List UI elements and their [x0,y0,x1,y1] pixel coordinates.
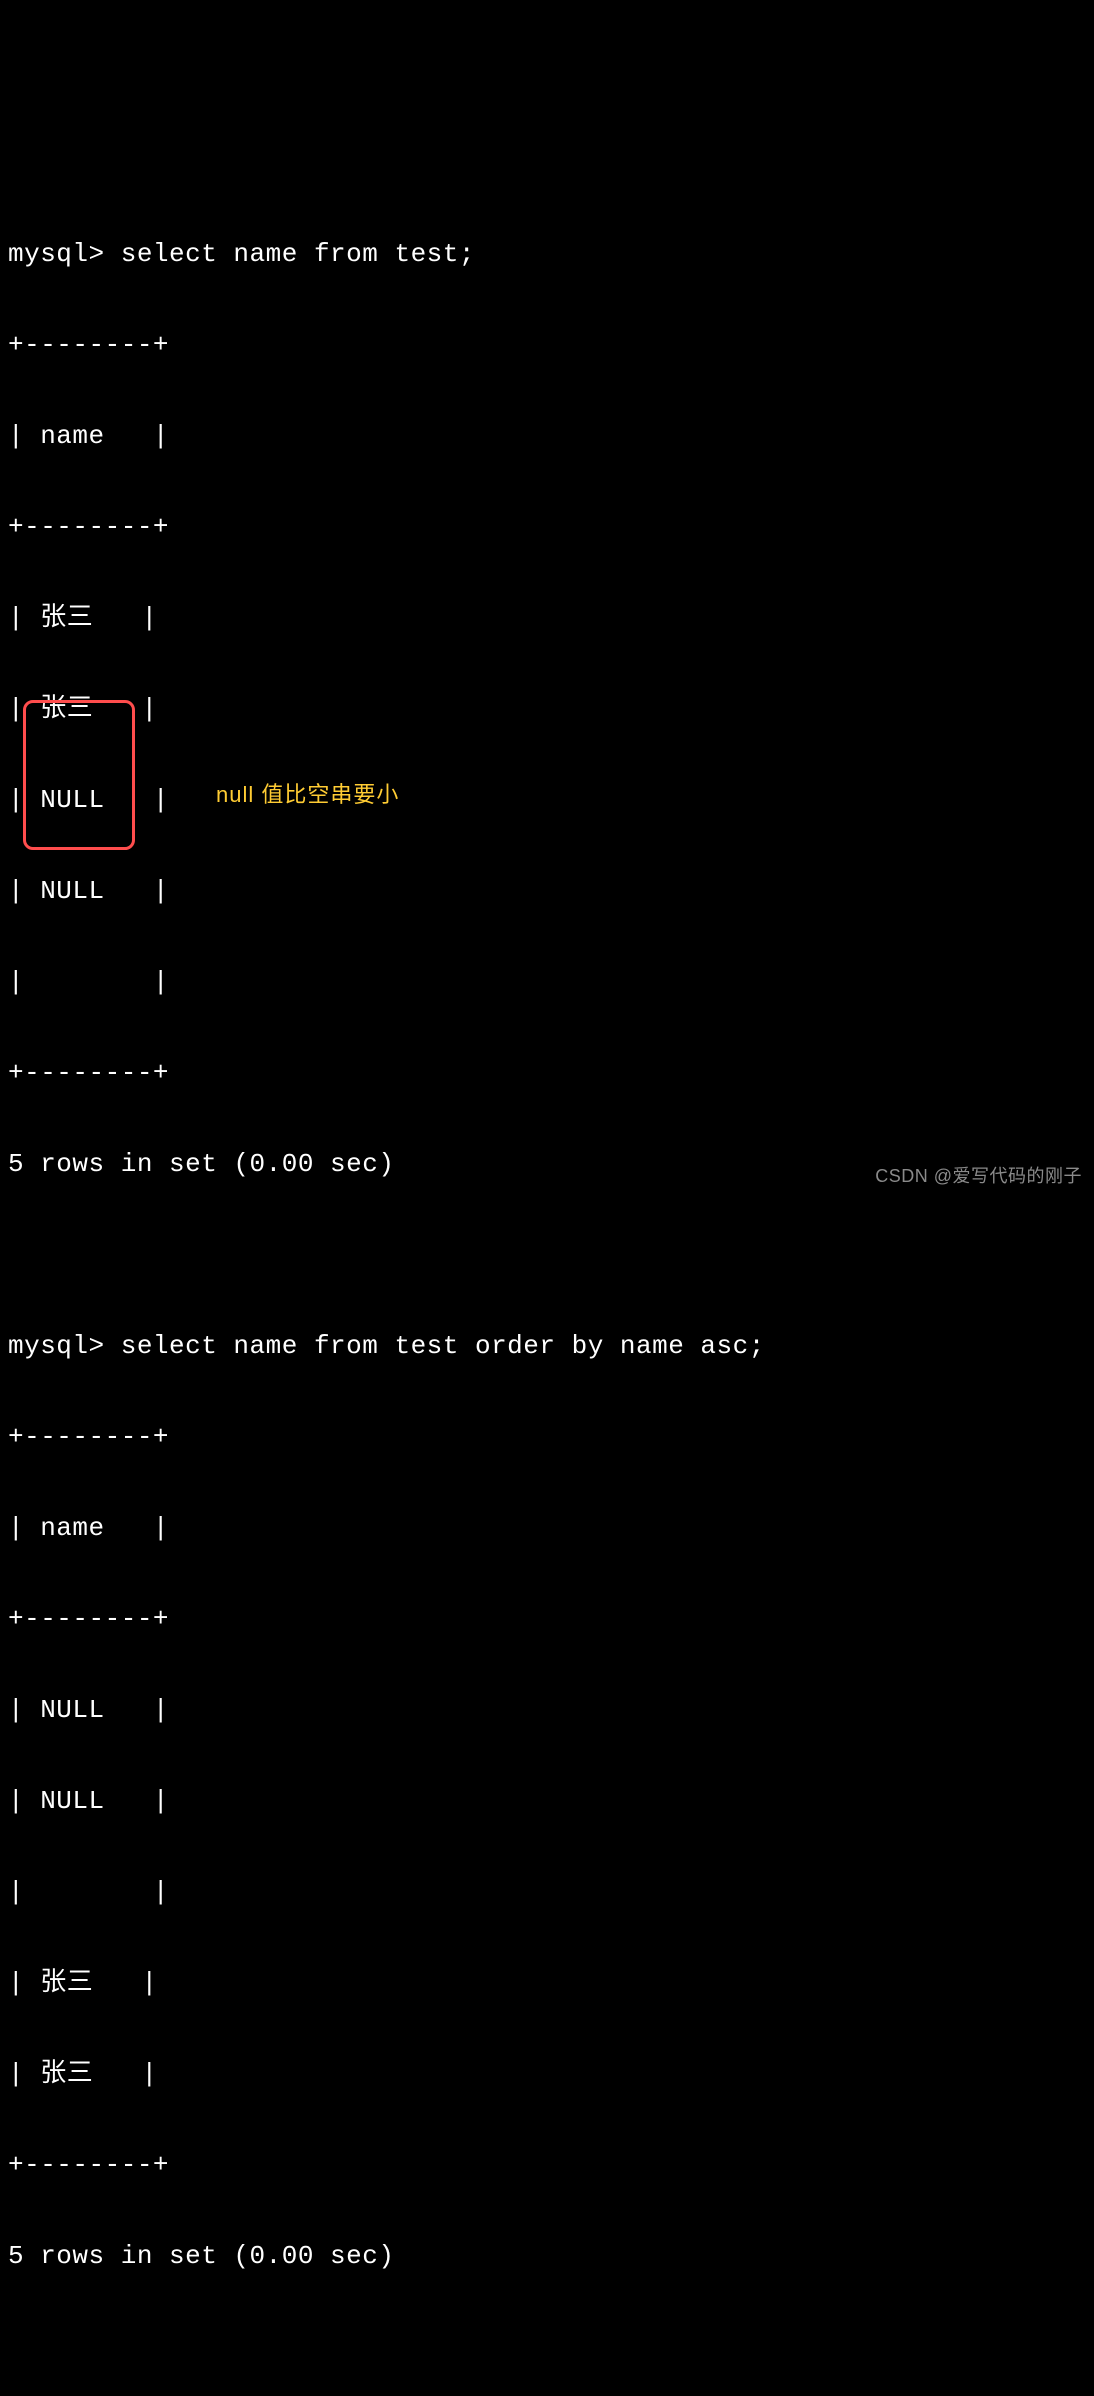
table-header: | name | [8,414,1086,460]
sql-command: select name from test order by name asc; [121,1331,765,1361]
annotation-text: null 值比空串要小 [216,776,399,815]
mysql-prompt: mysql> [8,239,121,269]
table-row: | NULL | [8,869,1086,915]
table-border: +--------+ [8,1051,1086,1097]
table-row: | 张三 | [8,596,1086,642]
table-row: | NULL | [8,1779,1086,1825]
blank-line [8,2325,1086,2371]
table-row: | 张三 | [8,1961,1086,2007]
mysql-prompt: mysql> [8,1331,121,1361]
table-row: | | [8,960,1086,1006]
table-border: +--------+ [8,2143,1086,2189]
result-summary: 5 rows in set (0.00 sec) [8,2234,1086,2280]
sql-command: select name from test; [121,239,475,269]
table-row: | 张三 | [8,2052,1086,2098]
watermark-text: CSDN @爱写代码的刚子 [875,1161,1082,1193]
table-border: +--------+ [8,1415,1086,1461]
table-row: | | [8,1870,1086,1916]
query-line: mysql> select name from test; [8,232,1086,278]
table-border: +--------+ [8,323,1086,369]
blank-line [8,1233,1086,1279]
table-border: +--------+ [8,1597,1086,1643]
table-row: | NULL | [8,778,1086,824]
terminal-output: mysql> select name from test; +--------+… [8,186,1086,2396]
table-row: | 张三 | [8,687,1086,733]
query-line: mysql> select name from test order by na… [8,1324,1086,1370]
table-header: | name | [8,1506,1086,1552]
table-row: | NULL | [8,1688,1086,1734]
table-border: +--------+ [8,505,1086,551]
